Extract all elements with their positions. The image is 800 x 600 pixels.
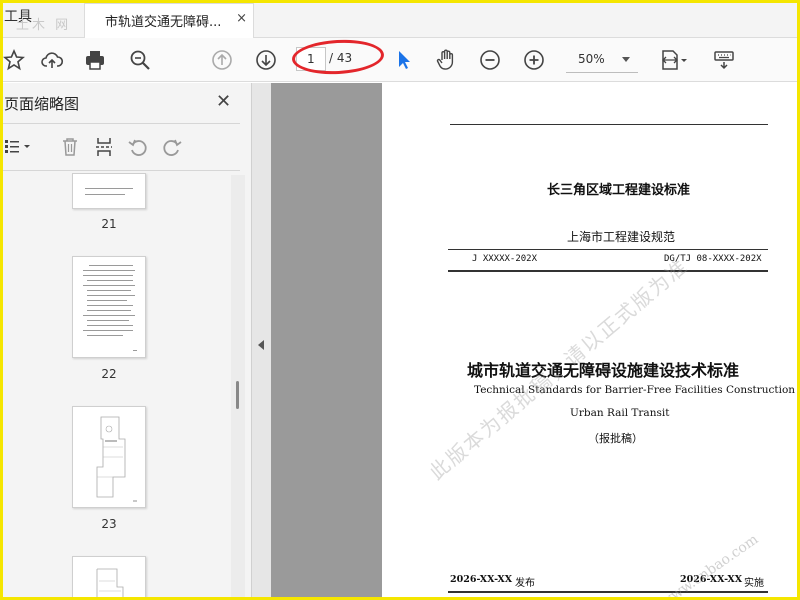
thumbnail-label: 23: [101, 517, 117, 531]
bookmark-star-icon[interactable]: [0, 46, 28, 74]
watermark-text: 土木 网: [16, 18, 72, 33]
document-tab-label: 市轨道交通无障碍...: [105, 15, 222, 30]
implement-label: 实施: [744, 578, 764, 589]
draft-label: （报批稿）: [588, 432, 643, 445]
top-rule: [450, 124, 768, 125]
toolbar: [0, 38, 800, 82]
thumbnail-label: 22: [101, 367, 117, 381]
print-icon[interactable]: [81, 46, 109, 74]
chevron-down-icon: [622, 57, 630, 62]
zoom-out-icon[interactable]: [476, 46, 504, 74]
publish-date: 2026-XX-XX: [450, 574, 513, 585]
rule: [448, 270, 768, 272]
sidebar-title: 页面缩略图: [4, 95, 80, 113]
thumbnail-page-23[interactable]: [72, 406, 146, 508]
sidebar-scrollbar[interactable]: [231, 175, 245, 600]
thumbnail-options-icon[interactable]: [0, 133, 36, 161]
site-watermark: www.cnbao.com: [657, 531, 762, 600]
document-title-cn: 城市轨道交通无障碍设施建设技术标准: [467, 361, 740, 380]
divider: [0, 123, 240, 124]
zoom-level: 50%: [578, 52, 605, 66]
thumbnail-page-24[interactable]: [72, 556, 146, 600]
rotate-cw-icon[interactable]: [158, 133, 186, 161]
thumbnail-label: 21: [101, 217, 117, 231]
document-background: [271, 83, 382, 600]
hand-tool-icon[interactable]: [432, 46, 460, 74]
sidebar-close-icon[interactable]: ✕: [216, 91, 231, 112]
document-page: 长三角区域工程建设标准 上海市工程建设规范 J XXXXX-202X DG/TJ…: [382, 83, 800, 600]
thumbnail-page-21[interactable]: [72, 173, 146, 209]
zoom-select[interactable]: 50%: [566, 45, 638, 73]
standard-category: 长三角区域工程建设标准: [547, 183, 691, 198]
code-left: J XXXXX-202X: [472, 254, 538, 264]
tab-bar: 工具 土木 网 市轨道交通无障碍... ×: [0, 0, 800, 38]
tab-close-icon[interactable]: ×: [236, 11, 247, 26]
bottom-rule: [448, 591, 768, 593]
rule: [448, 249, 768, 250]
cloud-upload-icon[interactable]: [38, 46, 66, 74]
rotate-ccw-icon[interactable]: [124, 133, 152, 161]
sidebar-toolbar: [0, 127, 240, 169]
search-zoom-icon[interactable]: [126, 46, 154, 74]
tab-document[interactable]: 市轨道交通无障碍... ×: [84, 3, 254, 38]
delete-page-icon[interactable]: [56, 133, 84, 161]
select-cursor-icon[interactable]: [390, 46, 418, 74]
publish-label: 发布: [515, 578, 535, 589]
insert-page-icon[interactable]: [90, 133, 118, 161]
page-down-icon[interactable]: [252, 46, 280, 74]
tab-tools[interactable]: 工具 土木 网: [4, 6, 68, 33]
thumbnail-sidebar: 页面缩略图 ✕ 21 22 23: [0, 83, 252, 600]
keyboard-icon[interactable]: [710, 46, 738, 74]
page-fit-icon[interactable]: [656, 46, 692, 74]
thumbnail-page-22[interactable]: [72, 256, 146, 358]
document-title-en-2: Urban Rail Transit: [570, 407, 670, 419]
scrollbar-thumb[interactable]: [236, 381, 239, 409]
thumbnail-list: 21 22 23: [0, 173, 230, 600]
collapse-sidebar-icon[interactable]: [258, 340, 264, 350]
regulation-name: 上海市工程建设规范: [567, 230, 676, 244]
divider: [0, 170, 240, 171]
page-up-icon[interactable]: [208, 46, 236, 74]
zoom-in-icon[interactable]: [520, 46, 548, 74]
